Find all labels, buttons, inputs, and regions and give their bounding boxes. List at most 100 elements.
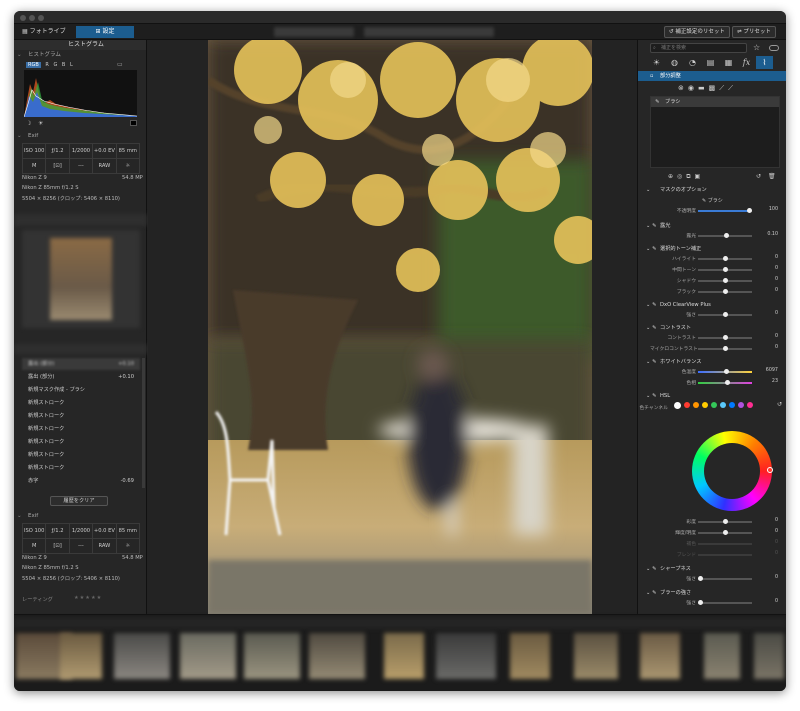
blur-header[interactable]: ⌄ ✎ ブラーの強さ <box>638 588 786 598</box>
image-viewer[interactable] <box>148 40 636 614</box>
mask-item-brush[interactable]: ✎ ブラシ <box>651 97 779 107</box>
saturation-slider[interactable] <box>698 519 752 524</box>
tab-light-icon[interactable]: ☀ <box>648 56 665 69</box>
temperature-value[interactable]: 6097 <box>758 368 778 373</box>
clearview-header[interactable]: ⌄ ✎ DxO ClearView Plus <box>638 300 786 310</box>
tint-slider[interactable] <box>698 380 752 385</box>
history-item[interactable]: 露出 (部分) +0.10 <box>22 358 140 370</box>
star-icon[interactable]: ☆ <box>753 43 760 52</box>
clearview-value[interactable]: 0 <box>758 311 778 316</box>
swatch-orange[interactable] <box>693 402 699 408</box>
mask-options-header[interactable]: ⌄ マスクのオプション <box>638 185 786 195</box>
slider-knob[interactable] <box>723 530 728 535</box>
blur-value[interactable]: 0 <box>758 599 778 604</box>
clearview-slider[interactable] <box>698 312 752 317</box>
sharpen-value[interactable]: 0 <box>758 575 778 580</box>
history-scrollbar[interactable] <box>142 358 145 488</box>
contrast-header[interactable]: ⌄ ✎ コントラスト <box>638 323 786 333</box>
sharpen-header[interactable]: ⌄ ✎ シャープネス <box>638 564 786 574</box>
filmstrip-thumbnail[interactable] <box>114 633 170 679</box>
slider-knob[interactable] <box>698 576 703 581</box>
white-balance-header[interactable]: ⌄ ✎ ホワイトバランス <box>638 357 786 367</box>
history-item[interactable]: 露出 (部分) +0.10 <box>22 371 140 383</box>
history-item[interactable]: 赤字 -0.69 <box>22 475 140 487</box>
shadows-value[interactable]: 0 <box>758 277 778 282</box>
history-item[interactable]: 新規ストローク <box>22 436 140 448</box>
history-item[interactable]: 新規ストローク <box>22 397 140 409</box>
tab-watermark-icon[interactable]: ▦ <box>720 56 737 69</box>
slider-knob[interactable] <box>725 380 730 385</box>
micro-contrast-slider[interactable] <box>698 346 752 351</box>
reset-corrections-button[interactable]: ↺ 補正設定のリセット <box>664 26 730 38</box>
exposure-value[interactable]: 0.10 <box>758 232 778 237</box>
history-item[interactable]: 新規ストローク <box>22 410 140 422</box>
slider-knob[interactable] <box>723 312 728 317</box>
luminance-value[interactable]: 0 <box>758 529 778 534</box>
undo-icon[interactable]: ↺ <box>756 173 761 180</box>
channel-r[interactable]: R <box>45 62 48 68</box>
histogram-section-header[interactable]: ⌄ ヒストグラム <box>14 51 61 60</box>
histogram-panel-tab[interactable]: ヒストグラム <box>14 40 146 50</box>
exposure-header[interactable]: ⌄ ✎ 露光 <box>638 221 786 231</box>
saturation-value[interactable]: 0 <box>758 518 778 523</box>
tint-value[interactable]: 23 <box>758 379 778 384</box>
tab-fx-icon[interactable]: fx <box>738 56 755 69</box>
micro-contrast-value[interactable]: 0 <box>758 345 778 350</box>
filmstrip-thumbnail[interactable] <box>510 633 550 679</box>
blend-value[interactable]: 0 <box>758 551 778 556</box>
contrast-value[interactable]: 0 <box>758 334 778 339</box>
exif-section-header[interactable]: ⌄ Exif <box>14 132 38 141</box>
preset-button[interactable]: ⇌ プリセット <box>732 26 776 38</box>
photo-canvas[interactable] <box>208 40 592 614</box>
clipping-indicator[interactable] <box>130 120 137 126</box>
moon-icon[interactable]: ☽ <box>26 120 31 127</box>
highlights-value[interactable]: 0 <box>758 255 778 260</box>
hsl-color-wheel[interactable] <box>692 431 772 511</box>
filmstrip-thumbnail[interactable] <box>384 633 424 679</box>
slider-knob[interactable] <box>724 233 729 238</box>
shadows-slider[interactable] <box>698 278 752 283</box>
clear-history-button[interactable]: 履歴をクリア <box>50 496 108 506</box>
tab-local-adjust-icon[interactable]: ⌇ <box>756 56 773 69</box>
channel-g[interactable]: G <box>53 62 57 68</box>
tab-detail-icon[interactable]: ◔ <box>684 56 701 69</box>
rating-stars[interactable]: ★★★★★ <box>74 595 102 601</box>
local-adjust-header[interactable]: ▫ 部分調整 <box>638 71 786 81</box>
swatch-red[interactable] <box>684 402 690 408</box>
contrast-slider[interactable] <box>698 335 752 340</box>
channel-b[interactable]: B <box>62 62 65 68</box>
slider-knob[interactable] <box>723 267 728 272</box>
filmstrip-thumbnail[interactable] <box>309 633 365 679</box>
midtones-value[interactable]: 0 <box>758 266 778 271</box>
monitor-icon[interactable]: ▭ <box>117 61 123 68</box>
history-item[interactable]: 新規ストローク <box>22 449 140 461</box>
swatch-yellow[interactable] <box>702 402 708 408</box>
tab-edit[interactable]: ⊞ 設定 <box>76 26 134 38</box>
blur-slider[interactable] <box>698 600 752 605</box>
complement-value[interactable]: 0 <box>758 540 778 545</box>
mask-brush-row[interactable]: ✎ ブラシ <box>702 197 723 204</box>
swatch-purple[interactable] <box>738 402 744 408</box>
slider-knob[interactable] <box>723 289 728 294</box>
blend-slider[interactable] <box>698 554 752 556</box>
opacity-value[interactable]: 100 <box>758 207 778 212</box>
filmstrip-thumbnail[interactable] <box>244 633 300 679</box>
swatch-magenta[interactable] <box>747 402 753 408</box>
hsl-header[interactable]: ⌄ ✎ HSL <box>638 391 786 401</box>
slider-knob[interactable] <box>747 208 752 213</box>
tab-geometry-icon[interactable]: ▤ <box>702 56 719 69</box>
selective-tone-header[interactable]: ⌄ ✎ 選択的トーン補正 <box>638 244 786 254</box>
midtones-slider[interactable] <box>698 267 752 272</box>
trash-icon[interactable]: 🗑 <box>768 173 776 180</box>
highlights-slider[interactable] <box>698 256 752 261</box>
sharpen-slider[interactable] <box>698 576 752 581</box>
luminance-slider[interactable] <box>698 530 752 535</box>
filmstrip-thumbnail[interactable] <box>180 633 236 679</box>
close-window-icon[interactable] <box>20 15 26 21</box>
slider-knob[interactable] <box>723 346 728 351</box>
exif-section-header-2[interactable]: ⌄ Exif <box>14 512 38 521</box>
filmstrip-thumbnail[interactable] <box>574 633 618 679</box>
local-tools-icons[interactable]: ⊗◉▬▩⟋⟋ <box>678 84 737 93</box>
channel-l[interactable]: L <box>70 62 73 68</box>
swatch-blue[interactable] <box>729 402 735 408</box>
